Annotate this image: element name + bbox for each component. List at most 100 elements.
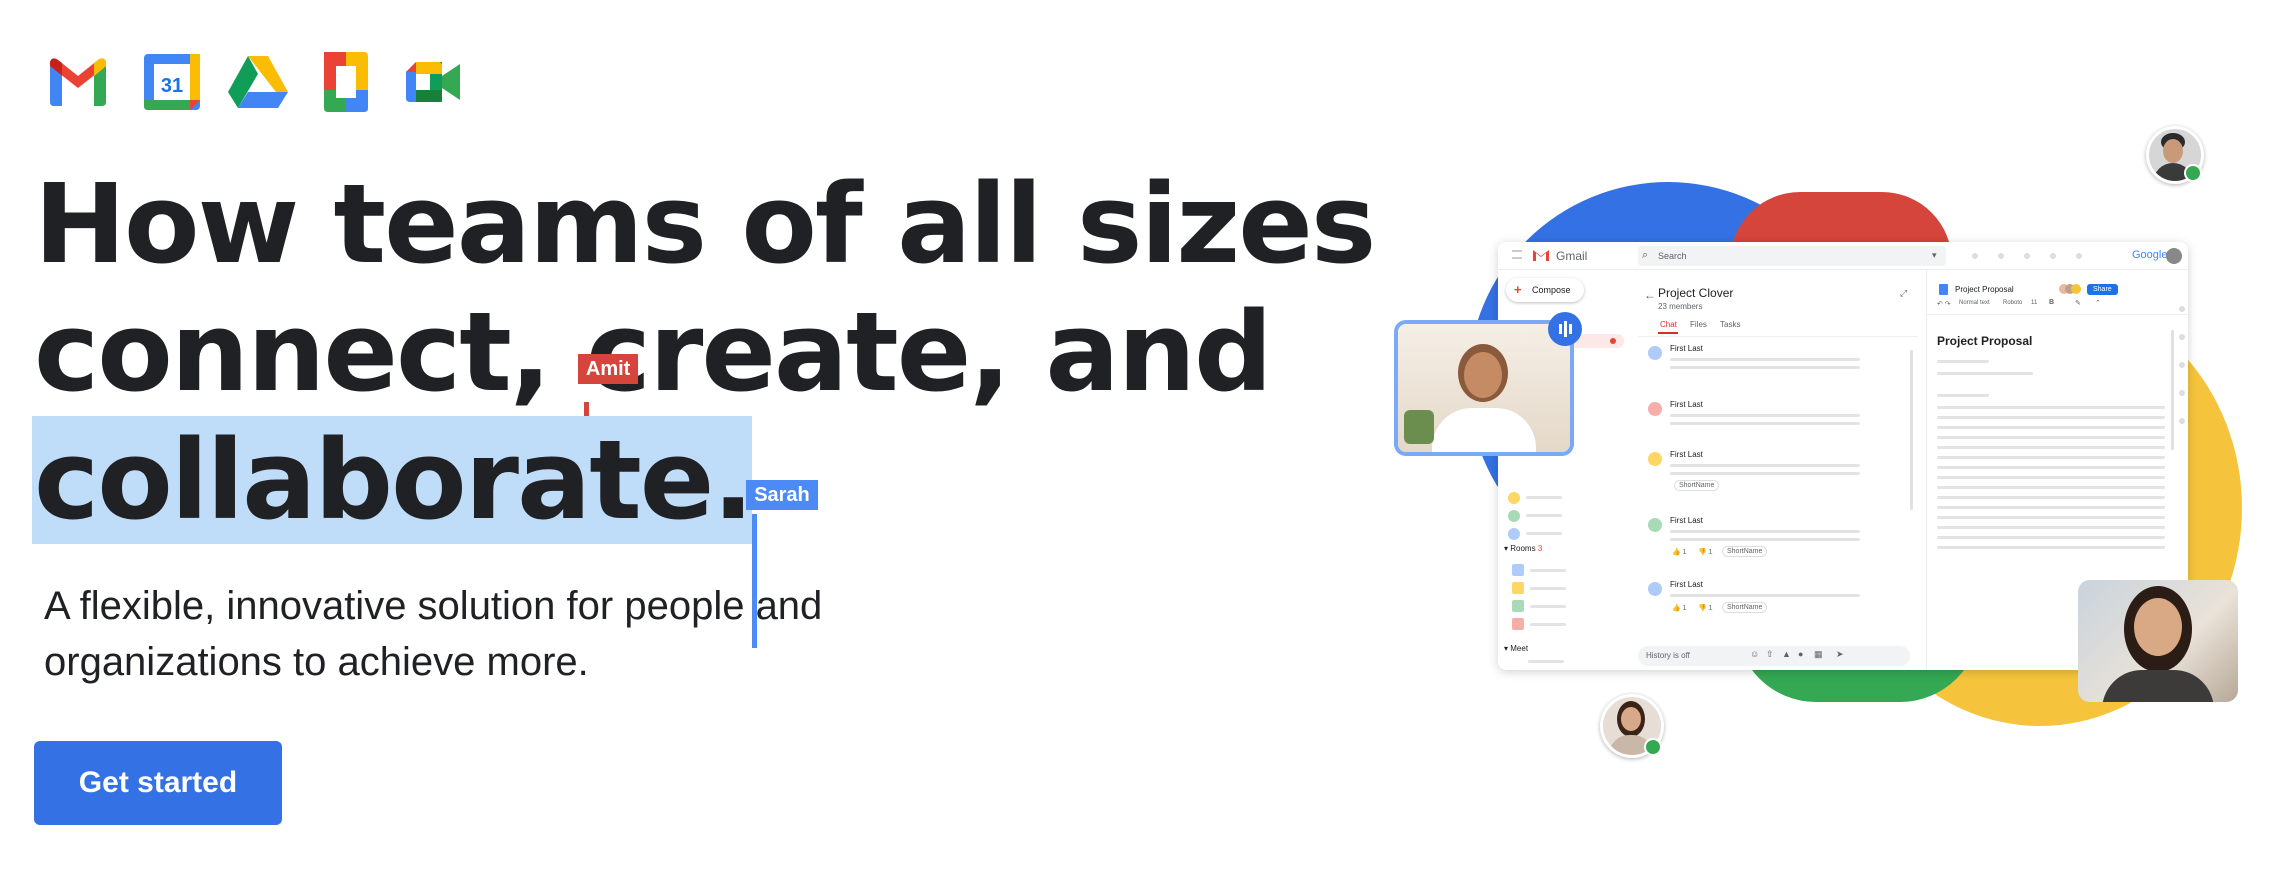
doc-line xyxy=(1937,372,2033,375)
chat-scrollbar[interactable] xyxy=(1910,350,1913,510)
room-icon[interactable] xyxy=(1512,618,1524,630)
help-icon[interactable] xyxy=(2024,253,2030,259)
chat-name-bar xyxy=(1526,514,1562,517)
menu-icon[interactable] xyxy=(1512,250,1522,259)
tab-tasks[interactable]: Tasks xyxy=(1720,320,1740,329)
doc-line xyxy=(1937,506,2165,509)
doc-line xyxy=(1937,546,2165,549)
message-line xyxy=(1670,366,1860,369)
doc-line xyxy=(1937,406,2165,409)
doc-line xyxy=(1937,394,1989,397)
send-icon[interactable]: ➤ xyxy=(1836,649,1844,660)
message-author: First Last xyxy=(1670,580,1703,589)
rooms-label: Rooms xyxy=(1510,544,1536,553)
emoji-icon[interactable]: ☺ xyxy=(1750,649,1759,659)
mockup-search[interactable]: ⌕ Search ▾ xyxy=(1638,246,1946,266)
gmail-logo-icon xyxy=(1532,249,1550,262)
message-avatar xyxy=(1648,346,1662,360)
room-icon[interactable] xyxy=(1512,564,1524,576)
calendar-small-icon[interactable]: ▦ xyxy=(1814,649,1823,660)
reaction-chip[interactable]: 👍 1 xyxy=(1672,604,1687,612)
collapse-icon[interactable]: ⌃ xyxy=(2095,299,2101,307)
pen-icon[interactable]: ✎ xyxy=(2075,299,2081,307)
calendar-day-label: 31 xyxy=(161,75,183,97)
doc-line xyxy=(1937,516,2165,519)
video-tile-woman xyxy=(1394,320,1574,456)
unread-dot xyxy=(1610,338,1616,344)
tab-chat[interactable]: Chat xyxy=(1660,320,1677,329)
search-placeholder: Search xyxy=(1658,251,1687,261)
reaction-chip[interactable]: 👎 1 xyxy=(1698,548,1713,556)
side-panel-icon[interactable] xyxy=(2179,390,2185,396)
message-line xyxy=(1670,538,1860,541)
drive-small-icon[interactable]: ▲ xyxy=(1782,649,1791,659)
meet-section[interactable]: ▾ Meet xyxy=(1504,644,1528,653)
meet-label: Meet xyxy=(1510,644,1529,653)
collaborator-avatar xyxy=(2071,284,2081,294)
tabs-divider xyxy=(1638,336,1918,337)
file-chip[interactable]: ShortName xyxy=(1674,480,1720,491)
subtitle-line-2: organizations to achieve more. xyxy=(44,640,589,684)
file-chip[interactable]: ShortName xyxy=(1722,602,1768,613)
chat-avatar[interactable] xyxy=(1508,510,1520,522)
side-panel-icon[interactable] xyxy=(2179,418,2185,424)
meet-small-icon[interactable]: ● xyxy=(1798,649,1803,659)
side-panel-icon[interactable] xyxy=(2179,334,2185,340)
account-avatar[interactable] xyxy=(2166,248,2182,264)
side-panel-icon[interactable] xyxy=(2179,306,2185,312)
reaction-chip[interactable]: 👍 1 xyxy=(1672,548,1687,556)
status-icon[interactable] xyxy=(1972,253,1978,259)
message-avatar xyxy=(1648,402,1662,416)
rooms-section[interactable]: ▾ Rooms 3 xyxy=(1504,544,1542,553)
doc-scrollbar[interactable] xyxy=(2171,330,2174,450)
doc-line xyxy=(1937,436,2165,439)
message-line xyxy=(1670,472,1860,475)
message-avatar xyxy=(1648,582,1662,596)
upload-icon[interactable]: ⇧ xyxy=(1766,649,1774,660)
avatar-face xyxy=(2163,139,2183,163)
message-line xyxy=(1670,422,1860,425)
google-brand: Google xyxy=(2132,249,2168,261)
headline-line-2b: create, and xyxy=(585,288,1273,416)
room-name-bar xyxy=(1530,587,1566,590)
compose-plus-icon: + xyxy=(1514,282,1522,297)
calendar-icon: 31 xyxy=(140,50,204,114)
doc-toolbar-divider xyxy=(1927,314,2188,315)
apps-icon[interactable] xyxy=(2076,253,2082,259)
reaction-chip[interactable]: 👎 1 xyxy=(1698,604,1713,612)
back-arrow-icon[interactable]: ← xyxy=(1644,288,1656,302)
active-icon[interactable] xyxy=(1998,253,2004,259)
bold-button[interactable]: B xyxy=(2049,299,2054,306)
style-select[interactable]: Normal text xyxy=(1959,300,1990,306)
tab-chat-indicator xyxy=(1658,332,1678,334)
space-title: Project Clover xyxy=(1658,286,1734,300)
chat-avatar[interactable] xyxy=(1508,492,1520,504)
font-select[interactable]: Roboto xyxy=(2003,300,2022,306)
room-icon[interactable] xyxy=(1512,582,1524,594)
tab-files[interactable]: Files xyxy=(1690,320,1707,329)
share-button[interactable]: Share xyxy=(2087,284,2118,295)
headline-line-1: How teams of all sizes xyxy=(34,160,1376,288)
side-panel-icon[interactable] xyxy=(2179,362,2185,368)
compose-button[interactable]: + Compose xyxy=(1506,278,1584,302)
person-face xyxy=(2134,598,2182,656)
online-status-dot xyxy=(2184,164,2202,182)
history-text: History is off xyxy=(1646,651,1690,660)
doc-line xyxy=(1937,466,2165,469)
room-icon[interactable] xyxy=(1512,600,1524,612)
chat-compose-bar[interactable]: History is off ☺ ⇧ ▲ ● ▦ ➤ xyxy=(1638,646,1910,666)
chat-avatar[interactable] xyxy=(1508,528,1520,540)
size-select[interactable]: 11 xyxy=(2031,300,2037,306)
chat-name-bar xyxy=(1526,496,1562,499)
get-started-button[interactable]: Get started xyxy=(34,741,282,825)
message-author: First Last xyxy=(1670,516,1703,525)
expand-icon[interactable]: ⤢ xyxy=(1900,288,1907,299)
undo-icon[interactable]: ↶ ↷ xyxy=(1937,300,1951,308)
room-name-bar xyxy=(1530,605,1566,608)
avatar-face xyxy=(1621,707,1641,731)
settings-icon[interactable] xyxy=(2050,253,2056,259)
search-options-icon[interactable]: ▾ xyxy=(1932,250,1937,261)
chat-panel: ← Project Clover 23 members ⤢ Chat Files… xyxy=(1638,270,1918,670)
file-chip[interactable]: ShortName xyxy=(1722,546,1768,557)
chat-name-bar xyxy=(1526,532,1562,535)
